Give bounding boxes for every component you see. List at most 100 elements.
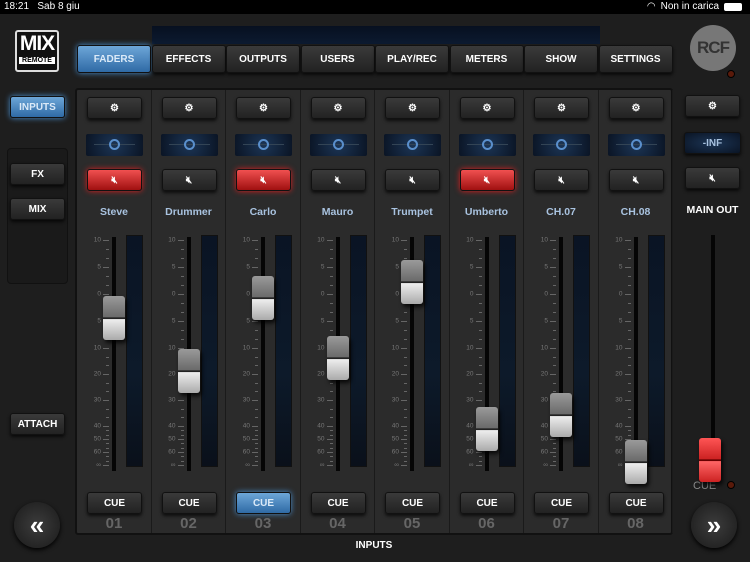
scale-label: 40 xyxy=(541,423,548,430)
scale-minor-tick xyxy=(553,303,556,304)
mute-button[interactable]: 🔇︎ xyxy=(460,169,515,191)
mute-button[interactable]: 🔇︎ xyxy=(87,169,142,191)
cue-button[interactable]: CUE xyxy=(311,492,366,514)
tab-users[interactable]: USERS xyxy=(301,45,375,73)
cue-button[interactable]: CUE xyxy=(609,492,664,514)
scale-label: 0 xyxy=(544,291,548,298)
scale-tick xyxy=(103,452,109,453)
next-page-button[interactable]: » xyxy=(691,502,737,548)
pan-control[interactable] xyxy=(86,134,143,156)
pan-knob[interactable] xyxy=(333,139,344,150)
pan-control[interactable] xyxy=(384,134,441,156)
mute-button[interactable]: 🔇︎ xyxy=(534,169,589,191)
mute-button[interactable]: 🔇︎ xyxy=(236,169,291,191)
display-strip xyxy=(152,26,600,44)
main-out-fader-knob[interactable] xyxy=(699,438,721,482)
scale-tick xyxy=(327,294,333,295)
mix-button[interactable]: MIX xyxy=(10,198,65,220)
mute-button[interactable]: 🔇︎ xyxy=(311,169,366,191)
attach-button[interactable]: ATTACH xyxy=(10,413,65,435)
channel-settings-button[interactable]: ⚙ xyxy=(236,97,291,119)
channel-settings-button[interactable]: ⚙ xyxy=(385,97,440,119)
inputs-button[interactable]: INPUTS xyxy=(10,96,65,118)
gear-icon: ⚙ xyxy=(110,103,119,114)
scale-label: ∞ xyxy=(96,462,101,469)
tab-effects[interactable]: EFFECTS xyxy=(152,45,226,73)
tab-show[interactable]: SHOW xyxy=(524,45,598,73)
scale-label: 5 xyxy=(97,318,101,325)
mute-button[interactable]: 🔇︎ xyxy=(162,169,217,191)
channel-settings-button[interactable]: ⚙ xyxy=(534,97,589,119)
scale-minor-tick xyxy=(181,456,184,457)
pan-knob[interactable] xyxy=(184,139,195,150)
fader-knob[interactable] xyxy=(252,276,274,320)
pan-control[interactable] xyxy=(533,134,590,156)
scale-minor-tick xyxy=(479,258,482,259)
cue-button[interactable]: CUE xyxy=(460,492,515,514)
scale-tick xyxy=(103,294,109,295)
scale-label: 60 xyxy=(94,449,101,456)
cue-button[interactable]: CUE xyxy=(534,492,589,514)
scale-tick xyxy=(476,294,482,295)
tab-playrec[interactable]: PLAY/REC xyxy=(375,45,449,73)
pan-knob[interactable] xyxy=(556,139,567,150)
cue-button[interactable]: CUE xyxy=(385,492,440,514)
pan-knob[interactable] xyxy=(482,139,493,150)
pan-control[interactable] xyxy=(608,134,665,156)
pan-knob[interactable] xyxy=(631,139,642,150)
scale-tick xyxy=(625,348,631,349)
scale-minor-tick xyxy=(628,391,631,392)
channel-settings-button[interactable]: ⚙ xyxy=(460,97,515,119)
fader-knob[interactable] xyxy=(327,336,349,380)
channel-settings-button[interactable]: ⚙ xyxy=(162,97,217,119)
scale-label: ∞ xyxy=(171,462,176,469)
cue-button[interactable]: CUE xyxy=(162,492,217,514)
scale-tick xyxy=(103,374,109,375)
pan-control[interactable] xyxy=(235,134,292,156)
scale-minor-tick xyxy=(404,461,407,462)
cue-button[interactable]: CUE xyxy=(236,492,291,514)
tab-meters[interactable]: METERS xyxy=(450,45,524,73)
channel-settings-button[interactable]: ⚙ xyxy=(609,97,664,119)
channel-strip: ⚙ 🔇︎ Umberto 10505102030405060∞ CUE 06 xyxy=(450,90,525,533)
tab-settings[interactable]: SETTINGS xyxy=(599,45,673,73)
channel-settings-button[interactable]: ⚙ xyxy=(311,97,366,119)
tab-outputs[interactable]: OUTPUTS xyxy=(226,45,300,73)
app-logo: MIXREMOTE xyxy=(15,30,59,72)
speaker-mute-icon: 🔇︎ xyxy=(111,175,117,186)
channel-settings-button[interactable]: ⚙ xyxy=(87,97,142,119)
pan-knob[interactable] xyxy=(407,139,418,150)
fader-knob[interactable] xyxy=(625,440,647,484)
scale-label: 0 xyxy=(321,291,325,298)
tab-faders[interactable]: FADERS xyxy=(77,45,151,73)
scale-minor-tick xyxy=(255,417,258,418)
pan-knob[interactable] xyxy=(109,139,120,150)
fader-knob[interactable] xyxy=(401,260,423,304)
fader-knob[interactable] xyxy=(178,349,200,393)
scale-label: 60 xyxy=(541,449,548,456)
pan-knob[interactable] xyxy=(258,139,269,150)
pan-control[interactable] xyxy=(310,134,367,156)
cue-button[interactable]: CUE xyxy=(87,492,142,514)
scale-tick xyxy=(550,240,556,241)
pan-control[interactable] xyxy=(161,134,218,156)
mute-button[interactable]: 🔇︎ xyxy=(385,169,440,191)
mute-button[interactable]: 🔇︎ xyxy=(609,169,664,191)
scale-tick xyxy=(252,240,258,241)
scale-label: 0 xyxy=(172,291,176,298)
main-out-settings-button[interactable]: ⚙ xyxy=(685,95,740,117)
scale-tick xyxy=(178,240,184,241)
main-out-mute-button[interactable]: 🔇︎ xyxy=(685,167,740,189)
fader-knob[interactable] xyxy=(476,407,498,451)
scale-tick xyxy=(401,321,407,322)
fader-knob[interactable] xyxy=(550,393,572,437)
fx-button[interactable]: FX xyxy=(10,163,65,185)
scale-tick xyxy=(476,465,482,466)
level-meter xyxy=(499,235,516,467)
pan-control[interactable] xyxy=(459,134,516,156)
scale-minor-tick xyxy=(255,409,258,410)
channel-strip: ⚙ 🔇︎ CH.07 10505102030405060∞ CUE 07 xyxy=(524,90,599,533)
scale-tick xyxy=(476,400,482,401)
prev-page-button[interactable]: « xyxy=(14,502,60,548)
fader-knob[interactable] xyxy=(103,296,125,340)
